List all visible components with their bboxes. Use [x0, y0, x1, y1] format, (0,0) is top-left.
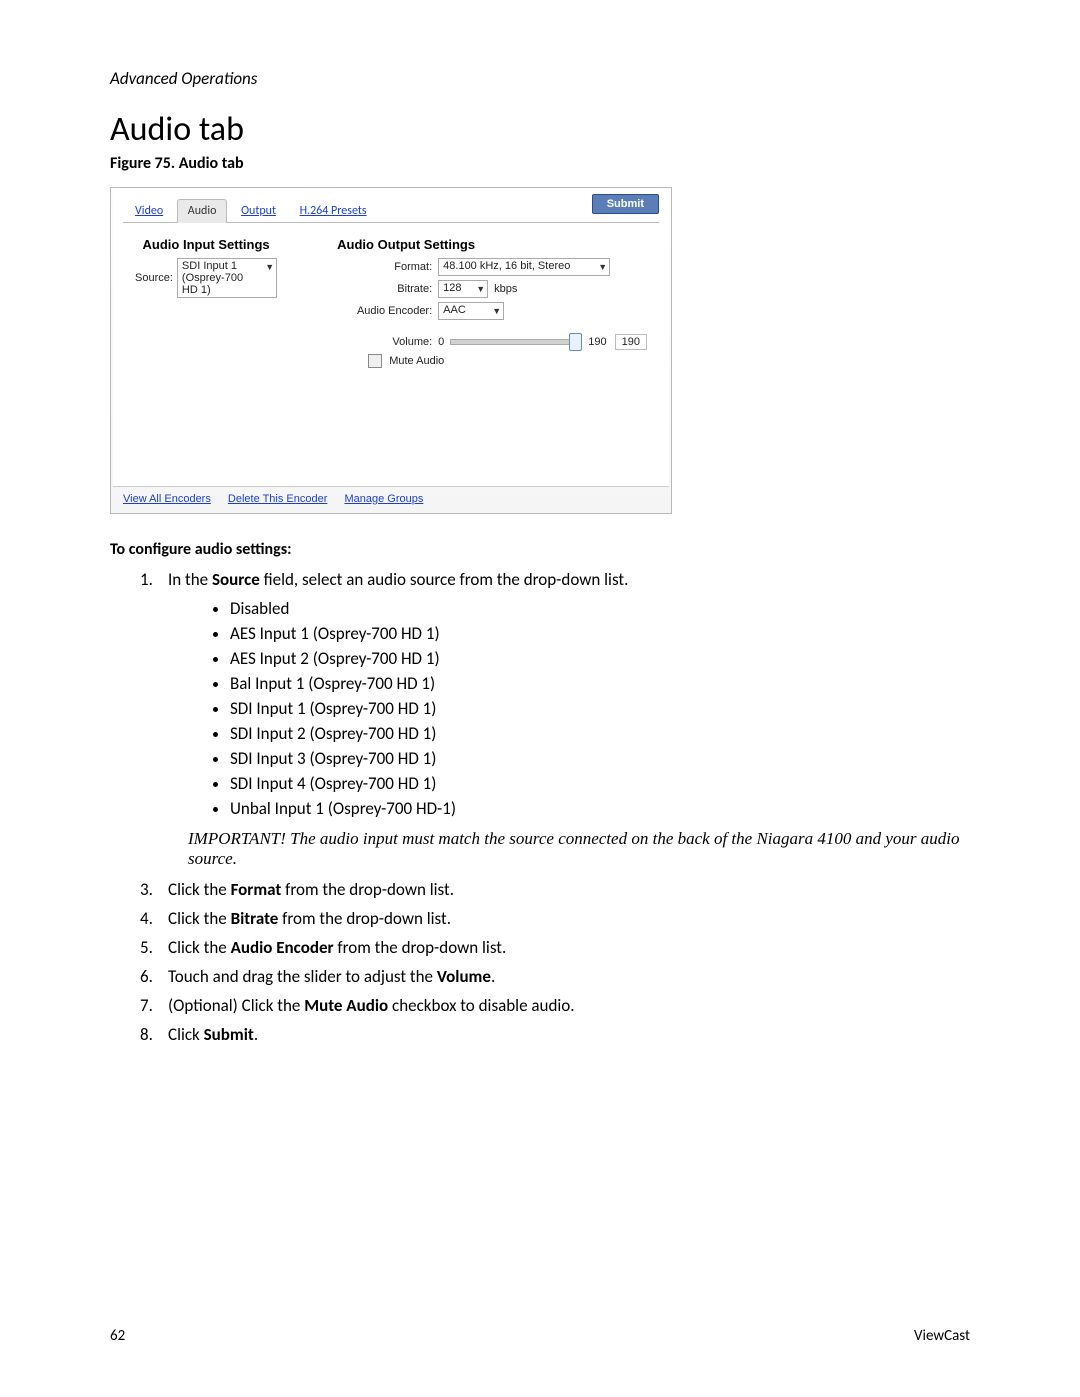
step-number: 4. [140, 908, 168, 929]
volume-min: 0 [438, 336, 444, 348]
list-item: Disabled [230, 598, 970, 619]
step-1: In the Source field, select an audio sou… [168, 569, 628, 590]
list-item: Bal Input 1 (Osprey-700 HD 1) [230, 673, 970, 694]
input-settings-title: Audio Input Settings [135, 237, 277, 252]
volume-label: Volume: [337, 336, 438, 348]
chevron-down-icon: ▼ [598, 262, 607, 272]
format-label: Format: [337, 261, 438, 273]
list-item: AES Input 1 (Osprey-700 HD 1) [230, 623, 970, 644]
step-7: (Optional) Click the Mute Audio checkbox… [168, 995, 575, 1016]
screenshot-footer-links: View All Encoders Delete This Encoder Ma… [113, 486, 669, 511]
format-select[interactable]: 48.100 kHz, 16 bit, Stereo ▼ [438, 258, 610, 276]
list-item: SDI Input 1 (Osprey-700 HD 1) [230, 698, 970, 719]
bitrate-value: 128 [443, 282, 461, 294]
manage-groups-link[interactable]: Manage Groups [344, 493, 423, 505]
figure-caption: Figure 75. Audio tab [110, 154, 970, 173]
submit-button[interactable]: Submit [592, 194, 659, 214]
encoder-value: AAC [443, 304, 466, 316]
chevron-down-icon: ▼ [476, 284, 485, 294]
tab-video[interactable]: Video [125, 200, 173, 222]
running-header: Advanced Operations [110, 68, 970, 89]
source-select[interactable]: SDI Input 1 (Osprey-700 HD 1) ▼ [177, 258, 277, 298]
bitrate-label: Bitrate: [337, 283, 438, 295]
step-8: Click Submit. [168, 1024, 258, 1045]
important-note: IMPORTANT! The audio input must match th… [188, 829, 968, 869]
step-number: 5. [140, 937, 168, 958]
list-item: AES Input 2 (Osprey-700 HD 1) [230, 648, 970, 669]
step-number: 3. [140, 879, 168, 900]
volume-value-box[interactable]: 190 [615, 334, 647, 350]
list-item: SDI Input 4 (Osprey-700 HD 1) [230, 773, 970, 794]
delete-encoder-link[interactable]: Delete This Encoder [228, 493, 327, 505]
step-number: 7. [140, 995, 168, 1016]
source-label: Source: [135, 272, 173, 284]
bitrate-select[interactable]: 128 ▼ [438, 280, 488, 298]
page-title: Audio tab [110, 109, 970, 150]
encoder-select[interactable]: AAC ▼ [438, 302, 504, 320]
tab-output[interactable]: Output [231, 200, 286, 222]
figure-screenshot: Submit Video Audio Output H.264 Presets … [110, 187, 672, 514]
output-settings-title: Audio Output Settings [337, 237, 647, 252]
bitrate-unit: kbps [494, 283, 517, 295]
tab-h264-presets[interactable]: H.264 Presets [290, 200, 377, 222]
encoder-label: Audio Encoder: [337, 305, 438, 317]
list-item: SDI Input 2 (Osprey-700 HD 1) [230, 723, 970, 744]
instructions-heading: To configure audio settings: [110, 540, 970, 559]
chevron-down-icon: ▼ [492, 306, 501, 316]
step-number: 6. [140, 966, 168, 987]
step-3: Click the Format from the drop-down list… [168, 879, 454, 900]
view-all-encoders-link[interactable]: View All Encoders [123, 493, 211, 505]
step-5: Click the Audio Encoder from the drop-do… [168, 937, 506, 958]
page-number: 62 [110, 1327, 125, 1345]
volume-slider[interactable] [450, 339, 582, 345]
source-value: SDI Input 1 (Osprey-700 HD 1) [182, 260, 243, 296]
mute-audio-checkbox[interactable] [368, 354, 382, 368]
slider-thumb-icon[interactable] [569, 333, 582, 351]
chevron-down-icon: ▼ [265, 262, 274, 272]
source-options-list: Disabled AES Input 1 (Osprey-700 HD 1) A… [230, 598, 970, 819]
tab-audio[interactable]: Audio [177, 199, 228, 223]
step-number: 8. [140, 1024, 168, 1045]
tab-bar: Video Audio Output H.264 Presets [123, 196, 659, 223]
step-4: Click the Bitrate from the drop-down lis… [168, 908, 451, 929]
mute-audio-label: Mute Audio [389, 355, 444, 367]
step-number: 1. [140, 569, 168, 590]
list-item: Unbal Input 1 (Osprey-700 HD-1) [230, 798, 970, 819]
step-6: Touch and drag the slider to adjust the … [168, 966, 495, 987]
list-item: SDI Input 3 (Osprey-700 HD 1) [230, 748, 970, 769]
footer-brand: ViewCast [914, 1327, 970, 1345]
format-value: 48.100 kHz, 16 bit, Stereo [443, 260, 570, 272]
volume-max-tick: 190 [588, 336, 606, 348]
